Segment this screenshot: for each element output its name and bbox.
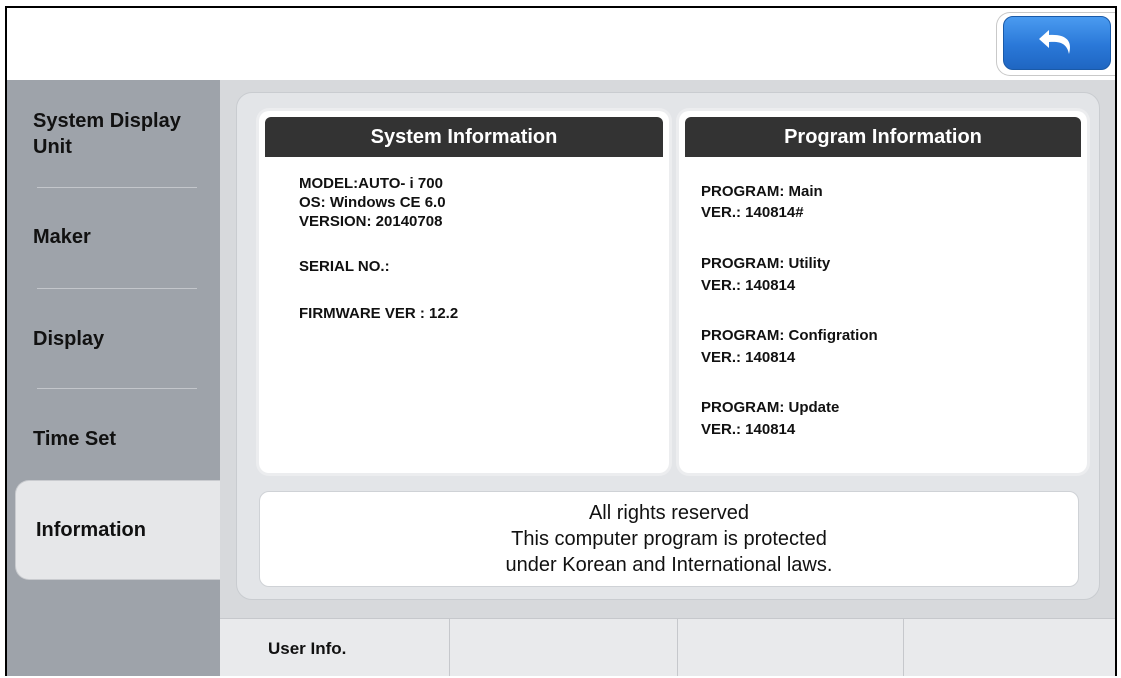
content-card: System Information MODEL:AUTO- i 700 OS:… — [236, 92, 1100, 600]
divider — [37, 187, 197, 188]
model-text: MODEL:AUTO- i 700 — [299, 175, 443, 192]
version-text: VERSION: 20140708 — [299, 213, 443, 230]
sidebar-item-label: Information — [36, 518, 146, 541]
sidebar-item-information[interactable]: Information — [15, 480, 227, 580]
back-arrow-icon — [1039, 30, 1071, 54]
sidebar-item-system-display-unit[interactable]: System Display Unit — [7, 108, 220, 160]
tab-empty-4[interactable] — [904, 619, 1115, 676]
sidebar-item-label: Unit — [33, 136, 72, 158]
tab-user-info[interactable]: User Info. — [220, 619, 450, 676]
program-version: VER.: 140814 — [701, 421, 796, 438]
program-info-title: Program Information — [685, 117, 1081, 157]
divider — [37, 388, 197, 389]
tab-empty-3[interactable] — [678, 619, 904, 676]
program-version: VER.: 140814 — [701, 277, 796, 294]
system-info-title: System Information — [265, 117, 663, 157]
program-name: PROGRAM: Update — [701, 399, 840, 416]
copyright-line: under Korean and International laws. — [505, 554, 833, 576]
tab-label: User Info. — [268, 639, 347, 658]
sidebar-item-label: Time Set — [33, 428, 116, 450]
serial-text: SERIAL NO.: — [299, 258, 390, 275]
tab-empty-2[interactable] — [450, 619, 678, 676]
program-version: VER.: 140814 — [701, 349, 796, 366]
main-content: System Information MODEL:AUTO- i 700 OS:… — [220, 80, 1115, 618]
bottom-tab-bar: User Info. — [220, 618, 1115, 676]
top-bar — [7, 8, 1115, 80]
sidebar-item-maker[interactable]: Maker — [7, 226, 220, 249]
sidebar-item-label: Display — [33, 328, 105, 350]
program-info-panel: Program Information PROGRAM: Main VER.: … — [679, 111, 1087, 473]
back-button[interactable] — [1003, 16, 1111, 70]
copyright-line: This computer program is protected — [511, 528, 827, 550]
copyright-notice: All rights reserved This computer progra… — [259, 491, 1079, 587]
sidebar-item-display[interactable]: Display — [7, 328, 220, 351]
sidebar-item-time-set[interactable]: Time Set — [7, 428, 220, 451]
program-name: PROGRAM: Utility — [701, 255, 831, 272]
sidebar: System Display Unit Maker Display Time S… — [7, 80, 227, 676]
program-version: VER.: 140814# — [701, 204, 804, 221]
sidebar-item-label: System Display — [33, 110, 181, 132]
firmware-text: FIRMWARE VER : 12.2 — [299, 305, 459, 322]
app-window: System Display Unit Maker Display Time S… — [5, 6, 1117, 676]
sidebar-item-label: Maker — [33, 226, 91, 248]
divider — [37, 288, 197, 289]
program-name: PROGRAM: Configration — [701, 327, 878, 344]
back-button-frame — [996, 12, 1115, 76]
system-info-panel: System Information MODEL:AUTO- i 700 OS:… — [259, 111, 669, 473]
copyright-line: All rights reserved — [588, 502, 750, 524]
os-text: OS: Windows CE 6.0 — [299, 194, 446, 211]
program-name: PROGRAM: Main — [701, 183, 823, 200]
